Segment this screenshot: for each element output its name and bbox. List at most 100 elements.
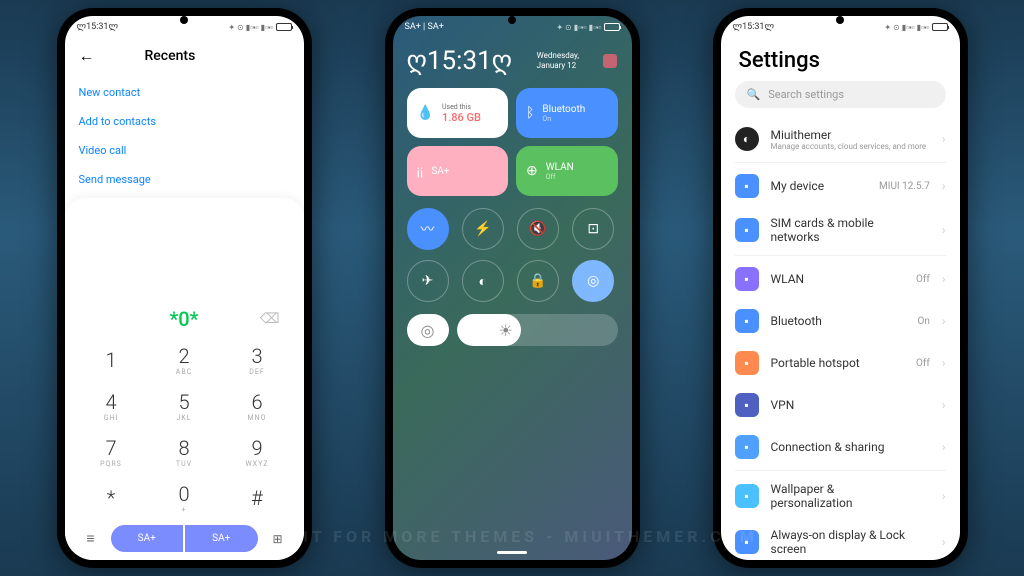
camera-notch <box>836 16 844 24</box>
key-*[interactable]: * <box>75 475 148 521</box>
phone-settings: ლ15:31ლ ✦ ⊙ ▮▫▪▫ ▮▫▪▫ Settings 🔍 Search … <box>713 8 968 568</box>
settings-icon: ▪ <box>735 484 759 508</box>
chevron-right-icon: › <box>942 272 946 286</box>
bluetooth-tile[interactable]: ᛒ Bluetooth On <box>516 88 618 138</box>
edit-icon[interactable] <box>603 54 617 68</box>
settings-icon: ▪ <box>735 435 759 459</box>
status-time: ლ15:31ლ <box>733 22 775 32</box>
settings-icon: ▪ <box>735 267 759 291</box>
toggle-lock[interactable]: 🔒 <box>517 260 559 302</box>
search-placeholder: Search settings <box>768 88 844 101</box>
search-input[interactable]: 🔍 Search settings <box>735 81 946 108</box>
toggle-flashlight[interactable]: ⚡ <box>462 208 504 250</box>
call-sim1-button[interactable]: SA+ <box>111 525 184 552</box>
dialer-header: ← Recents <box>65 38 304 74</box>
key-6[interactable]: 6MNO <box>221 383 294 429</box>
back-icon[interactable]: ← <box>79 46 95 66</box>
toggle-location[interactable]: ◎ <box>572 260 614 302</box>
settings-item-always-on-display-lock-screen[interactable]: ▪ Always-on display & Lock screen › <box>721 519 960 560</box>
call-sim2-button[interactable]: SA+ <box>185 525 258 552</box>
chevron-right-icon: › <box>942 440 946 454</box>
keypad: 12ABC3DEF 4GHI5JKL6MNO 7PQRS8TUV9WXYZ *0+# <box>65 337 304 521</box>
chevron-right-icon: › <box>942 489 946 503</box>
data-usage-tile[interactable]: 💧 Used this 1.86 GB <box>407 88 509 138</box>
settings-icon: ▪ <box>735 393 759 417</box>
battery-icon <box>604 23 620 31</box>
action-send-message[interactable]: Send message <box>79 165 290 194</box>
dialer-bottom-bar: ≡ SA+ SA+ ⊞ <box>65 521 304 556</box>
drag-handle[interactable] <box>497 551 527 554</box>
settings-item-vpn[interactable]: ▪ VPN › <box>721 384 960 426</box>
settings-icon: ▪ <box>735 218 759 242</box>
chevron-right-icon: › <box>942 179 946 193</box>
chevron-right-icon: › <box>942 398 946 412</box>
date-month: January 12 <box>537 61 579 71</box>
settings-item-connection-sharing[interactable]: ▪ Connection & sharing › <box>721 426 960 468</box>
camera-notch <box>508 16 516 24</box>
page-title: Settings <box>721 38 960 81</box>
phone-control-center: SA+ | SA+ ✦ ⊙ ▮▫▪▫ ▮▫▪▫ ღ15:31ღ Wednesda… <box>385 8 640 568</box>
key-#[interactable]: # <box>221 475 294 521</box>
date-day: Wednesday, <box>537 51 579 61</box>
clock-time: ღ15:31ღ <box>407 46 513 76</box>
account-item[interactable]: ◐ Miuithemer Manage accounts, cloud serv… <box>721 118 960 160</box>
settings-item-sim-cards-mobile-networks[interactable]: ▪ SIM cards & mobile networks › <box>721 207 960 253</box>
phone-dialer: ლ15:31ლ ✦ ⊙ ▮▫▪▫ ▮▫▪▫ ← Recents New cont… <box>57 8 312 568</box>
wifi-icon: ⊕ <box>526 163 538 179</box>
settings-item-portable-hotspot[interactable]: ▪ Portable hotspot Off › <box>721 342 960 384</box>
key-5[interactable]: 5JKL <box>148 383 221 429</box>
settings-item-bluetooth[interactable]: ▪ Bluetooth On › <box>721 300 960 342</box>
key-9[interactable]: 9WXYZ <box>221 429 294 475</box>
status-carrier: SA+ | SA+ <box>405 22 444 32</box>
sim-tile[interactable]: ¡¡ SA+ <box>407 146 509 196</box>
status-time: ლ15:31ლ <box>77 22 119 32</box>
chevron-right-icon: › <box>942 132 946 146</box>
chevron-right-icon: › <box>942 314 946 328</box>
toggle-vibrate[interactable]: 〰 <box>407 208 449 250</box>
toggle-mute[interactable]: 🔇 <box>517 208 559 250</box>
settings-icon: ▪ <box>735 309 759 333</box>
dialed-number: *0* <box>169 307 198 331</box>
settings-icon: ▪ <box>735 351 759 375</box>
avatar-icon: ◐ <box>735 127 759 151</box>
chevron-right-icon: › <box>942 356 946 370</box>
settings-list: ◐ Miuithemer Manage accounts, cloud serv… <box>721 118 960 560</box>
toggle-screenshot[interactable]: ⊡ <box>572 208 614 250</box>
settings-item-wlan[interactable]: ▪ WLAN Off › <box>721 258 960 300</box>
key-0[interactable]: 0+ <box>148 475 221 521</box>
action-add-contacts[interactable]: Add to contacts <box>79 107 290 136</box>
camera-notch <box>180 16 188 24</box>
toggle-airplane[interactable]: ✈ <box>407 260 449 302</box>
contact-actions: New contact Add to contacts Video call S… <box>65 74 304 198</box>
key-1[interactable]: 1 <box>75 337 148 383</box>
wlan-tile[interactable]: ⊕ WLAN Off <box>516 146 618 196</box>
brightness-slider[interactable]: ☀ <box>457 314 618 346</box>
key-4[interactable]: 4GHI <box>75 383 148 429</box>
key-3[interactable]: 3DEF <box>221 337 294 383</box>
datetime-widget: ღ15:31ღ Wednesday, January 12 <box>407 46 618 76</box>
water-drop-icon: 💧 <box>417 105 434 121</box>
signal-icon: ¡¡ <box>417 163 424 179</box>
dialpad-panel: *0* ⌫ 12ABC3DEF 4GHI5JKL6MNO 7PQRS8TUV9WXY… <box>65 198 304 560</box>
toggle-darkmode[interactable]: ◐ <box>462 260 504 302</box>
brightness-icon: ☀ <box>499 321 513 340</box>
settings-item-wallpaper-personalization[interactable]: ▪ Wallpaper & personalization › <box>721 473 960 519</box>
battery-icon <box>276 23 292 31</box>
menu-icon[interactable]: ≡ <box>79 530 103 547</box>
action-new-contact[interactable]: New contact <box>79 78 290 107</box>
settings-icon: ▪ <box>735 530 759 554</box>
settings-icon: ▪ <box>735 174 759 198</box>
key-8[interactable]: 8TUV <box>148 429 221 475</box>
auto-brightness-button[interactable]: ◎ <box>407 314 449 346</box>
backspace-icon[interactable]: ⌫ <box>260 311 280 327</box>
key-7[interactable]: 7PQRS <box>75 429 148 475</box>
action-video-call[interactable]: Video call <box>79 136 290 165</box>
dialpad-toggle-icon[interactable]: ⊞ <box>266 532 290 546</box>
settings-item-my-device[interactable]: ▪ My device MIUI 12.5.7 › <box>721 165 960 207</box>
search-icon: 🔍 <box>747 88 761 101</box>
battery-icon <box>932 23 948 31</box>
chevron-right-icon: › <box>942 535 946 549</box>
chevron-right-icon: › <box>942 223 946 237</box>
number-display: *0* ⌫ <box>65 301 304 337</box>
key-2[interactable]: 2ABC <box>148 337 221 383</box>
